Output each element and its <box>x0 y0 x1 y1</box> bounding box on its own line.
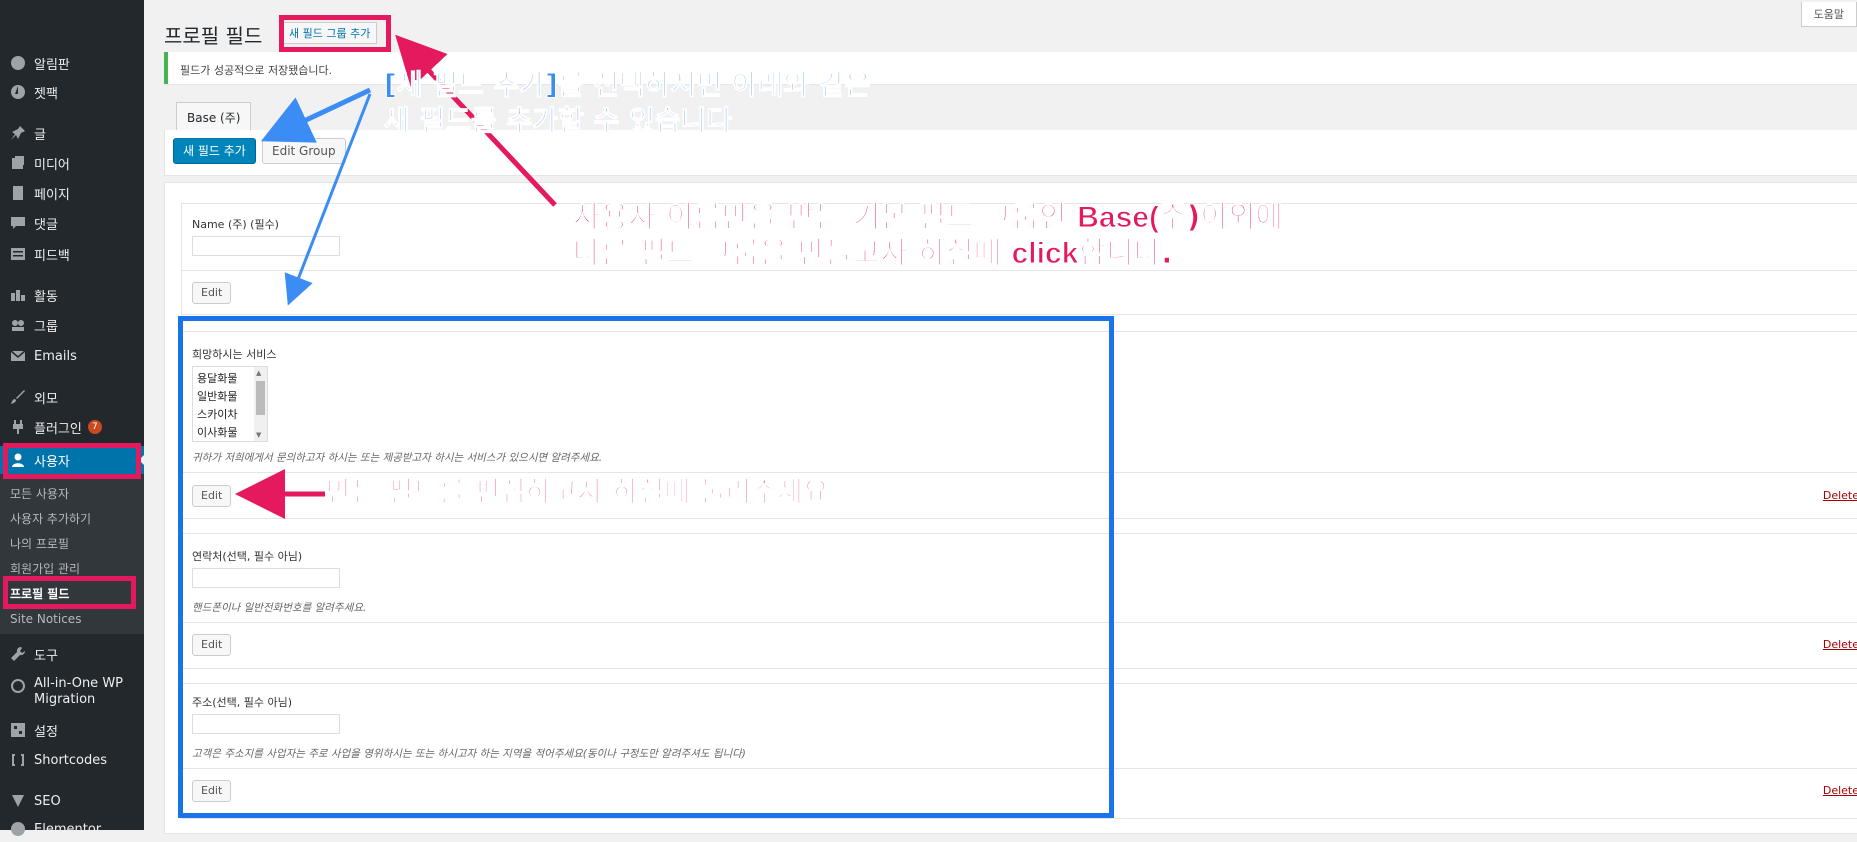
menu-elementor[interactable]: Elementor <box>0 816 144 842</box>
seo-icon <box>8 791 28 811</box>
admin-sidebar: 알림판 젯팩 글 미디어 페이지 댓글 피드백 활동 그룹 Emails 외모 <box>0 0 147 837</box>
settings-icon <box>8 720 28 740</box>
submenu-all-users[interactable]: 모든 사용자 <box>10 484 69 504</box>
menu-groups[interactable]: 그룹 <box>0 312 144 338</box>
jetpack-icon <box>8 82 28 102</box>
highlight-new-fields <box>178 316 1114 818</box>
brush-icon <box>8 387 28 407</box>
menu-activity[interactable]: 활동 <box>0 282 144 308</box>
menu-seo[interactable]: SEO <box>0 788 144 814</box>
shortcodes-icon <box>8 750 28 770</box>
submenu-my-profile[interactable]: 나의 프로필 <box>10 534 69 554</box>
highlight-add-group <box>279 15 391 52</box>
page-title: 프로필 필드 <box>164 24 263 48</box>
group-toolbar: 새 필드 추가 Edit Group <box>164 130 1857 176</box>
elementor-icon <box>8 819 28 839</box>
success-notice: 필드가 성공적으로 저장됐습니다. <box>164 52 1857 84</box>
highlight-users-menu <box>3 443 141 479</box>
tab-base-group[interactable]: Base (주) <box>176 102 252 132</box>
plugin-icon <box>8 417 28 437</box>
menu-settings[interactable]: 설정 <box>0 717 144 743</box>
menu-plugins[interactable]: 플러그인 7 <box>0 414 144 440</box>
dashboard-icon <box>8 53 28 73</box>
menu-media[interactable]: 미디어 <box>0 150 144 176</box>
add-new-field-button[interactable]: 새 필드 추가 <box>173 138 256 164</box>
groups-icon <box>8 315 28 335</box>
plugin-update-badge: 7 <box>87 420 102 434</box>
menu-posts[interactable]: 글 <box>0 120 144 146</box>
help-tab[interactable]: 도움말 <box>1800 2 1857 27</box>
notice-text: 필드가 성공적으로 저장됐습니다. <box>180 64 333 77</box>
menu-appearance[interactable]: 외모 <box>0 384 144 410</box>
menu-pages[interactable]: 페이지 <box>0 180 144 206</box>
users-submenu: 모든 사용자 사용자 추가하기 나의 프로필 회원가입 관리 프로필 필드 Si… <box>0 474 144 634</box>
page-icon <box>8 183 28 203</box>
menu-all-in-one-migration[interactable]: All-in-One WP Migration <box>0 676 144 710</box>
name-input[interactable] <box>192 236 340 256</box>
menu-feedback[interactable]: 피드백 <box>0 241 144 267</box>
menu-comments[interactable]: 댓글 <box>0 210 144 236</box>
field-name: Name (주) (필수) Edit <box>181 203 1857 315</box>
comment-icon <box>8 213 28 233</box>
submenu-add-user[interactable]: 사용자 추가하기 <box>10 509 91 529</box>
migration-icon <box>8 676 28 696</box>
activity-icon <box>8 285 28 305</box>
menu-dashboard[interactable]: 알림판 <box>0 50 144 76</box>
menu-shortcodes[interactable]: Shortcodes <box>0 747 144 773</box>
edit-field-button[interactable]: Edit <box>192 282 232 304</box>
highlight-profile-fields <box>3 576 136 609</box>
menu-jetpack[interactable]: 젯팩 <box>0 79 144 105</box>
menu-tools[interactable]: 도구 <box>0 641 144 667</box>
email-icon <box>8 346 28 366</box>
edit-group-button[interactable]: Edit Group <box>262 138 346 164</box>
pin-icon <box>8 123 28 143</box>
feedback-icon <box>8 244 28 264</box>
delete-field-link[interactable]: Delete <box>1823 784 1857 797</box>
wrench-icon <box>8 644 28 664</box>
menu-emails[interactable]: Emails <box>0 343 144 369</box>
submenu-site-notices[interactable]: Site Notices <box>10 609 81 629</box>
delete-field-link[interactable]: Delete <box>1823 638 1857 651</box>
delete-field-link[interactable]: Delete <box>1823 489 1857 502</box>
field-label: Name (주) (필수) <box>192 218 279 231</box>
media-icon <box>8 153 28 173</box>
